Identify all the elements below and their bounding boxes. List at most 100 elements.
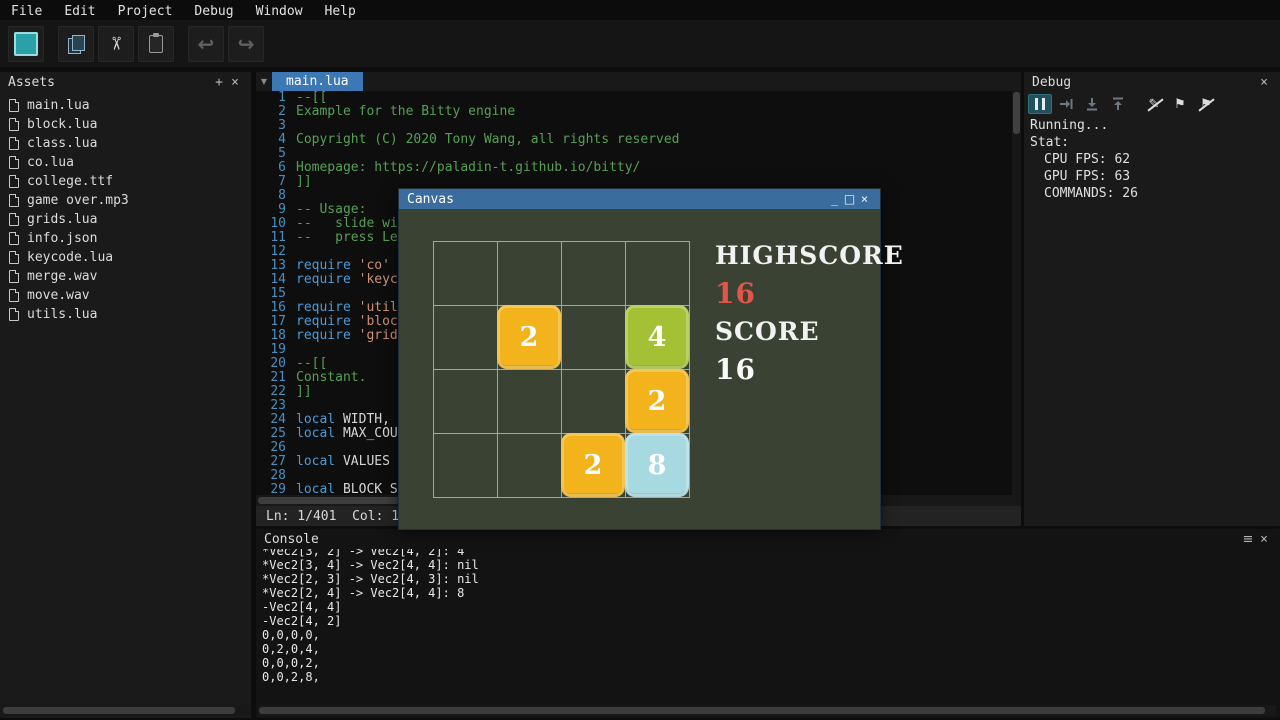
console-header: Console ≡ × — [256, 529, 1280, 549]
step-out-icon — [1111, 97, 1125, 111]
score-label: SCORE — [715, 317, 820, 346]
asset-item[interactable]: move.wav — [0, 286, 251, 305]
console-title: Console — [264, 532, 319, 547]
line-number: 21 — [256, 371, 296, 385]
asset-item[interactable]: college.ttf — [0, 172, 251, 191]
asset-list: main.lua block.luaclass.luaco.luacollege.… — [0, 96, 251, 324]
scrollbar-thumb[interactable] — [3, 707, 235, 714]
menu-item-window[interactable]: Window — [245, 2, 314, 22]
file-icon — [9, 270, 19, 283]
asset-label: main.lua — [27, 98, 90, 113]
scrollbar-thumb[interactable] — [1013, 92, 1020, 134]
disable-breakpoints-button[interactable]: ✎ — [1142, 94, 1166, 114]
line-number: 12 — [256, 245, 296, 259]
debug-title: Debug — [1032, 75, 1071, 90]
line-number: 14 — [256, 273, 296, 287]
line-number: 10 — [256, 217, 296, 231]
cut-button[interactable]: ✂ — [98, 26, 134, 62]
close-assets-button[interactable]: × — [227, 75, 243, 90]
asset-item[interactable]: co.lua — [0, 153, 251, 172]
stat-row: GPU FPS: 63 — [1030, 169, 1138, 186]
console-line: -Vec2[4, 2] — [262, 614, 1276, 628]
step-button[interactable] — [1054, 94, 1078, 114]
console-line: 0,2,0,4, — [262, 642, 1276, 656]
line-number: 7 — [256, 175, 296, 189]
paste-button[interactable] — [138, 26, 174, 62]
redo-button[interactable]: ↪ — [228, 26, 264, 62]
console-menu-button[interactable]: ≡ — [1240, 532, 1256, 547]
asset-item[interactable]: grids.lua — [0, 210, 251, 229]
close-window-button[interactable]: × — [857, 191, 872, 207]
line-number: 18 — [256, 329, 296, 343]
asset-item[interactable]: merge.wav — [0, 267, 251, 286]
asset-item[interactable]: class.lua — [0, 134, 251, 153]
code-token: ]] — [296, 385, 312, 399]
line-number: 17 — [256, 315, 296, 329]
stop-button[interactable] — [8, 26, 44, 62]
close-debug-button[interactable]: × — [1256, 75, 1272, 90]
breakpoints-button[interactable]: ⚑ — [1168, 94, 1192, 114]
asset-item[interactable]: info.json — [0, 229, 251, 248]
menu-item-help[interactable]: Help — [314, 2, 367, 22]
line-number: 19 — [256, 343, 296, 357]
asset-label: merge.wav — [27, 269, 97, 284]
scrollbar-thumb[interactable] — [259, 707, 1265, 714]
game-tile: 2 — [497, 305, 561, 369]
copy-button[interactable] — [58, 26, 94, 62]
redo-icon: ↪ — [238, 34, 255, 54]
asset-item[interactable]: utils.lua — [0, 305, 251, 324]
file-icon — [9, 251, 19, 264]
step-icon — [1059, 97, 1073, 111]
assets-panel: Assets + × main.luablock.luaclass.luaco.… — [0, 72, 251, 718]
step-into-button[interactable] — [1080, 94, 1104, 114]
code-line: 2Example for the Bitty engine — [256, 105, 1012, 119]
file-icon — [9, 194, 19, 207]
asset-item[interactable]: main.lua — [0, 96, 251, 115]
add-asset-button[interactable]: + — [211, 75, 227, 90]
console-line: 0,0,0,0, — [262, 628, 1276, 642]
canvas-titlebar[interactable]: Canvas _ □ × — [399, 189, 880, 209]
debug-toolbar: ✎ ⚑ ⚑ — [1028, 94, 1220, 114]
code-token: local — [296, 427, 335, 441]
close-console-button[interactable]: × — [1256, 532, 1272, 547]
pen-slash-icon: ✎ — [1149, 98, 1160, 111]
line-number: 24 — [256, 413, 296, 427]
tab-dropdown-button[interactable]: ▼ — [256, 72, 272, 91]
code-token: Example for the Bitty engine — [296, 105, 515, 119]
menu-item-debug[interactable]: Debug — [183, 2, 244, 22]
menu-bar: FileEditProjectDebugWindowHelp — [0, 0, 1280, 20]
cut-icon: ✂ — [106, 36, 127, 51]
menu-item-edit[interactable]: Edit — [53, 2, 106, 22]
file-icon — [9, 289, 19, 302]
asset-label: grids.lua — [27, 212, 97, 227]
flag-slash-icon: ⚑ — [1200, 98, 1212, 111]
console-line: *Vec2[2, 3] -> Vec2[4, 3]: nil — [262, 572, 1276, 586]
line-number: 4 — [256, 133, 296, 147]
code-token: -- slide with — [296, 217, 413, 231]
console-line: -Vec2[4, 4] — [262, 600, 1276, 614]
menu-item-project[interactable]: Project — [107, 2, 184, 22]
editor-vscrollbar[interactable] — [1012, 91, 1021, 495]
editor-tabbar: ▼ main.lua — [256, 72, 1021, 91]
line-number: 25 — [256, 427, 296, 441]
line-number: 1 — [256, 91, 296, 105]
code-token: Homepage: https://paladin-t.github.io/bi… — [296, 161, 640, 175]
step-out-button[interactable] — [1106, 94, 1130, 114]
pause-button[interactable] — [1028, 94, 1052, 114]
undo-button[interactable]: ↩ — [188, 26, 224, 62]
asset-item[interactable]: block.lua — [0, 115, 251, 134]
minimize-button[interactable]: _ — [827, 191, 842, 207]
pause-icon — [1035, 98, 1045, 110]
console-line: 0,0,2,8, — [262, 670, 1276, 684]
maximize-button[interactable]: □ — [842, 191, 857, 207]
assets-hscrollbar[interactable] — [2, 705, 249, 716]
clear-breakpoints-button[interactable]: ⚑ — [1194, 94, 1218, 114]
undo-icon: ↩ — [198, 34, 215, 54]
line-number: 27 — [256, 455, 296, 469]
asset-item[interactable]: game over.mp3 — [0, 191, 251, 210]
tab-main-lua[interactable]: main.lua — [272, 72, 363, 91]
menu-item-file[interactable]: File — [0, 2, 53, 22]
asset-item[interactable]: keycode.lua — [0, 248, 251, 267]
stop-icon — [14, 32, 38, 56]
console-hscrollbar[interactable] — [258, 705, 1276, 716]
